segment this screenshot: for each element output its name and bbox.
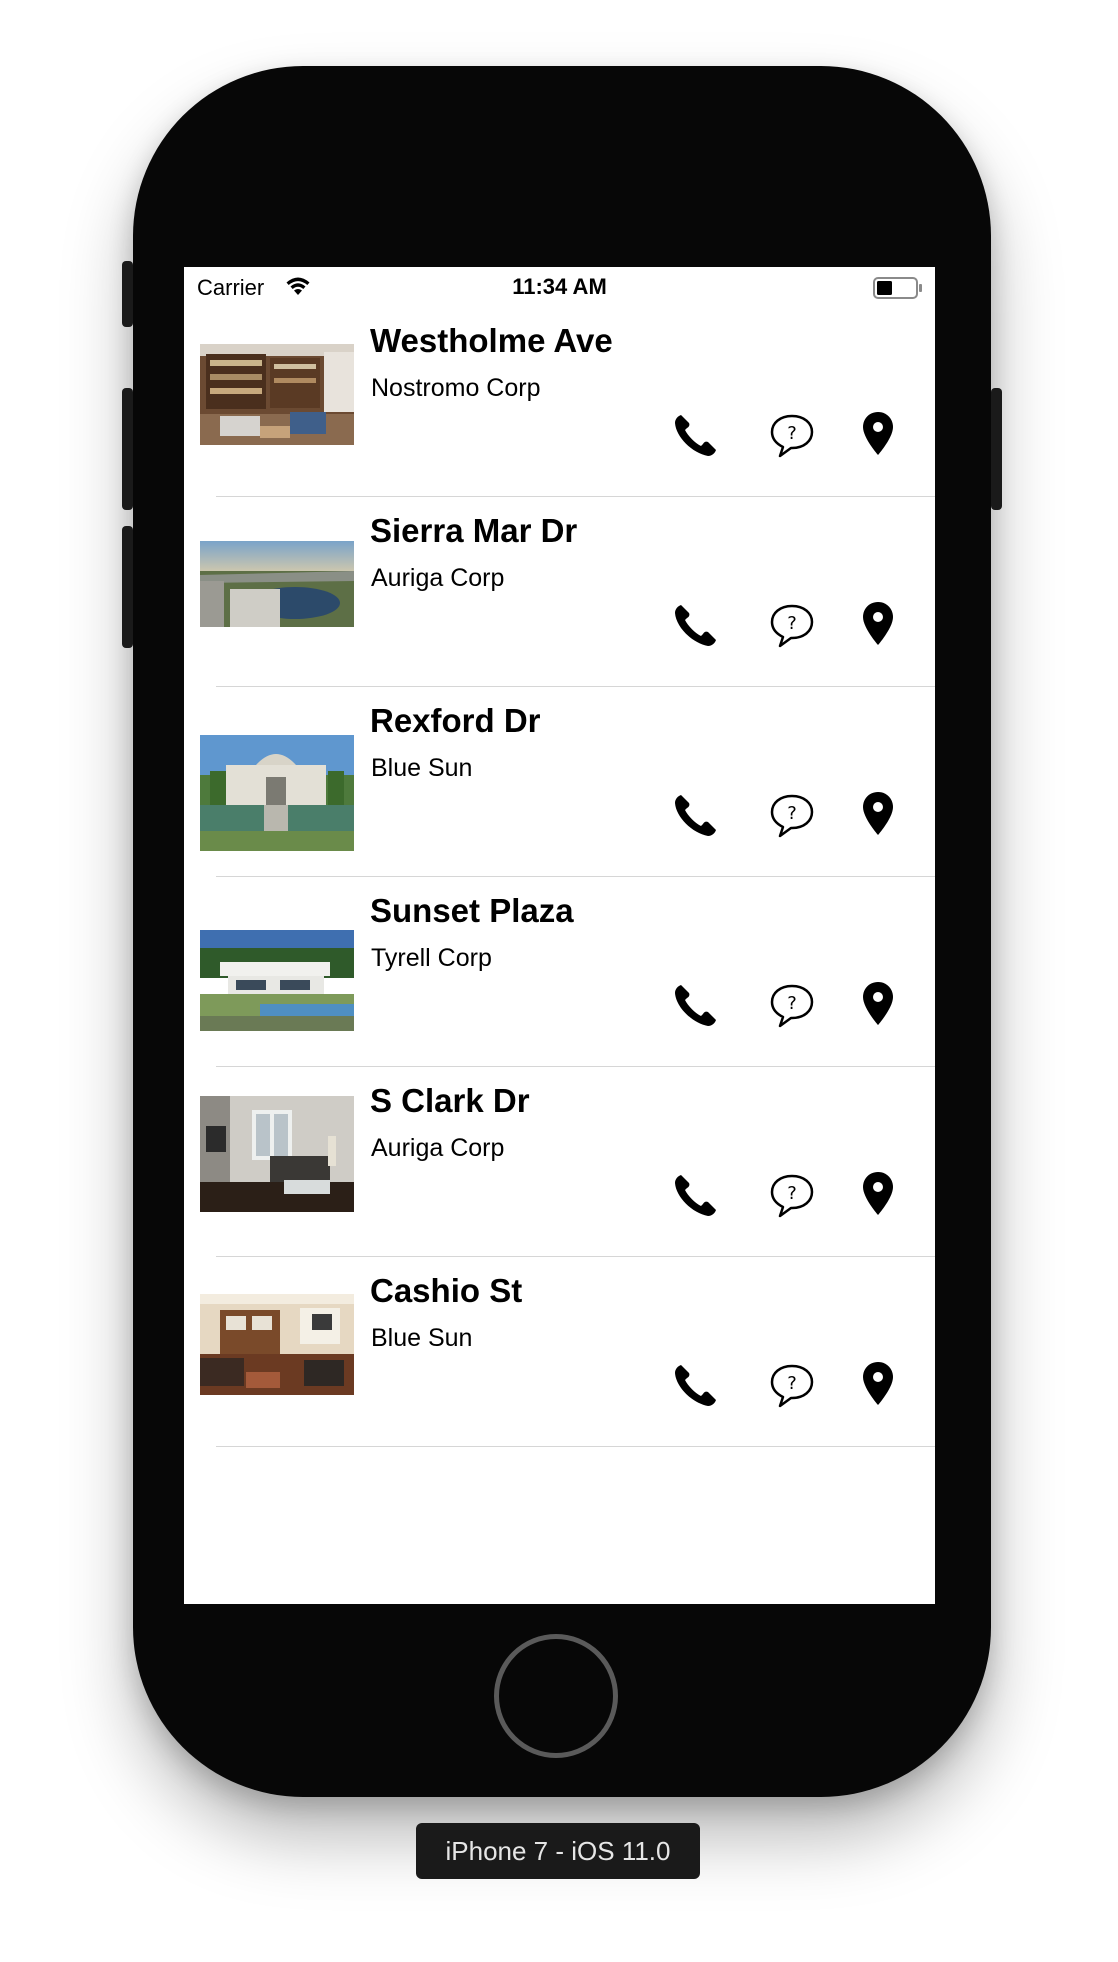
phone-icon	[668, 795, 724, 847]
listing-company: Blue Sun	[371, 754, 473, 782]
map-pin-icon	[850, 602, 906, 657]
call-button[interactable]	[668, 407, 724, 463]
svg-text:?: ?	[787, 1373, 797, 1394]
call-button[interactable]	[668, 977, 724, 1033]
call-button[interactable]	[668, 1357, 724, 1413]
app-screen: Carrier 11:34 AM Westholme Ave Nostromo C…	[184, 267, 935, 1604]
svg-text:?: ?	[787, 1183, 797, 1204]
question-bubble-icon: ?	[764, 794, 820, 847]
map-pin-icon	[850, 1172, 906, 1227]
map-button[interactable]	[850, 1167, 906, 1223]
listing-title: Sunset Plaza	[370, 892, 574, 929]
listing-row[interactable]: Sunset Plaza Tyrell Corp?	[184, 877, 935, 1067]
phone-icon	[668, 605, 724, 657]
listing-company: Auriga Corp	[371, 564, 505, 592]
listing-row[interactable]: Westholme Ave Nostromo Corp?	[184, 307, 935, 497]
listing-company: Blue Sun	[371, 1324, 473, 1352]
listing-photo	[200, 541, 354, 627]
battery-icon	[873, 277, 923, 304]
call-button[interactable]	[668, 787, 724, 843]
map-button[interactable]	[850, 407, 906, 463]
mute-switch	[122, 261, 133, 327]
listing-title: Rexford Dr	[370, 702, 541, 739]
power-button	[991, 388, 1002, 510]
phone-icon	[668, 1175, 724, 1227]
call-button[interactable]	[668, 597, 724, 653]
listing-title: S Clark Dr	[370, 1082, 530, 1119]
listing-title: Cashio St	[370, 1272, 523, 1309]
listing-photo	[200, 930, 354, 1031]
inquire-button[interactable]: ?	[764, 977, 820, 1033]
map-pin-icon	[850, 412, 906, 467]
inquire-button[interactable]: ?	[764, 1357, 820, 1413]
map-pin-icon	[850, 792, 906, 847]
listing-company: Nostromo Corp	[371, 374, 541, 402]
listing-company: Auriga Corp	[371, 1134, 505, 1162]
listing-photo	[200, 344, 354, 445]
device-label: iPhone 7 - iOS 11.0	[416, 1823, 700, 1879]
svg-text:?: ?	[787, 803, 797, 824]
call-button[interactable]	[668, 1167, 724, 1223]
listing-company: Tyrell Corp	[371, 944, 492, 972]
question-bubble-icon: ?	[764, 984, 820, 1037]
inquire-button[interactable]: ?	[764, 1167, 820, 1223]
listing-title: Westholme Ave	[370, 322, 613, 359]
row-separator	[216, 1446, 935, 1447]
question-bubble-icon: ?	[764, 414, 820, 467]
listing-row[interactable]: S Clark Dr Auriga Corp?	[184, 1067, 935, 1257]
listing-photo	[200, 735, 354, 851]
listing-photo	[200, 1096, 354, 1212]
map-button[interactable]	[850, 1357, 906, 1413]
svg-text:?: ?	[787, 613, 797, 634]
map-pin-icon	[850, 1362, 906, 1417]
listing-row[interactable]: Sierra Mar Dr Auriga Corp?	[184, 497, 935, 687]
svg-text:?: ?	[787, 993, 797, 1014]
listing-row[interactable]: Rexford Dr Blue Sun?	[184, 687, 935, 877]
map-pin-icon	[850, 982, 906, 1037]
listing-photo	[200, 1294, 354, 1395]
volume-up-button	[122, 388, 133, 510]
phone-icon	[668, 415, 724, 467]
phone-icon	[668, 985, 724, 1037]
map-button[interactable]	[850, 787, 906, 843]
listing-row[interactable]: Cashio St Blue Sun?	[184, 1257, 935, 1447]
listing-title: Sierra Mar Dr	[370, 512, 578, 549]
svg-text:?: ?	[787, 423, 797, 444]
home-button[interactable]	[494, 1634, 618, 1758]
question-bubble-icon: ?	[764, 1364, 820, 1417]
status-bar: Carrier 11:34 AM	[184, 267, 935, 307]
listing-list: Westholme Ave Nostromo Corp? Sierra Mar Dr…	[184, 307, 935, 1447]
inquire-button[interactable]: ?	[764, 787, 820, 843]
map-button[interactable]	[850, 597, 906, 653]
volume-down-button	[122, 526, 133, 648]
inquire-button[interactable]: ?	[764, 407, 820, 463]
question-bubble-icon: ?	[764, 604, 820, 657]
phone-icon	[668, 1365, 724, 1417]
inquire-button[interactable]: ?	[764, 597, 820, 653]
map-button[interactable]	[850, 977, 906, 1033]
clock-label: 11:34 AM	[512, 274, 607, 299]
question-bubble-icon: ?	[764, 1174, 820, 1227]
